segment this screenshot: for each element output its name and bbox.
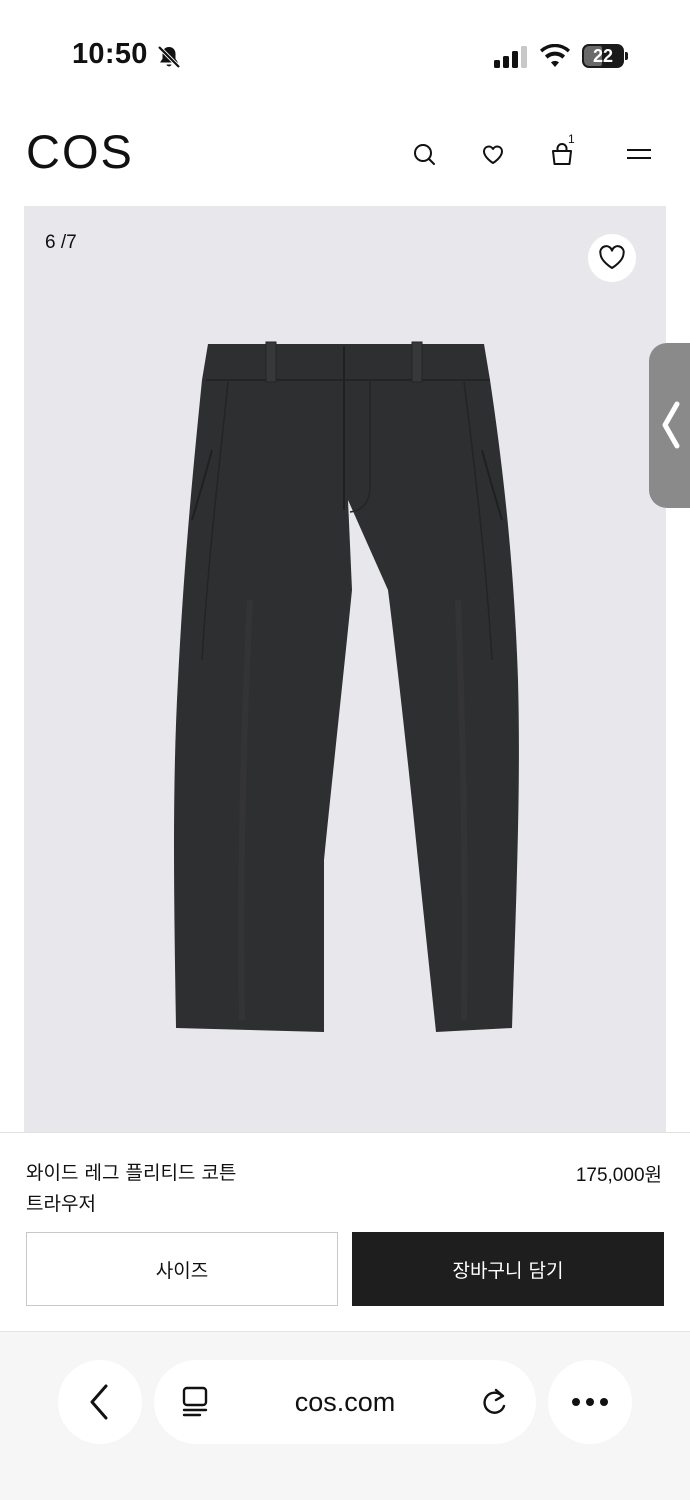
cart-count-badge: 1	[568, 132, 575, 146]
tabs-icon[interactable]	[180, 1384, 210, 1420]
bell-slash-icon	[157, 45, 181, 69]
browser-toolbar: cos.com	[0, 1331, 690, 1500]
menu-icon	[627, 149, 651, 159]
product-image-gallery[interactable]: 6 /7	[24, 206, 666, 1132]
status-time: 10:50	[72, 38, 148, 70]
divider	[0, 1132, 690, 1133]
site-header: COS 1	[0, 110, 690, 200]
back-icon	[90, 1384, 108, 1420]
battery-icon: 22	[582, 44, 628, 68]
product-name-line-1: 와이드 레그 플리티드 코튼	[26, 1162, 237, 1184]
trousers-product-photo	[174, 341, 519, 1032]
wishlist-button[interactable]	[475, 136, 511, 172]
cart-button[interactable]: 1	[544, 132, 580, 172]
heart-icon	[599, 245, 625, 269]
search-icon	[414, 144, 435, 165]
search-button[interactable]	[406, 136, 442, 172]
cos-logo[interactable]: COS	[26, 124, 134, 179]
heart-icon	[483, 145, 503, 164]
product-price: 175,000원	[575, 1165, 662, 1186]
chevron-left-icon	[662, 401, 680, 449]
menu-button[interactable]	[621, 136, 657, 172]
more-icon	[572, 1398, 608, 1406]
product-name-line-2: 트라우저	[26, 1193, 96, 1215]
add-to-wishlist-button[interactable]	[588, 234, 636, 282]
status-bar: 10:50 22	[0, 0, 690, 100]
wifi-icon	[540, 44, 570, 67]
battery-level: 22	[592, 46, 614, 66]
size-select-button[interactable]: 사이즈	[26, 1232, 338, 1306]
product-name: 와이드 레그 플리티드 코튼 트라우저	[26, 1158, 326, 1220]
image-counter: 6 /7	[45, 232, 77, 253]
address-bar[interactable]: cos.com	[154, 1360, 536, 1444]
url-text: cos.com	[294, 1387, 396, 1417]
cellular-signal-icon	[494, 46, 527, 68]
reload-icon[interactable]	[478, 1384, 510, 1420]
side-panel-handle[interactable]	[649, 343, 690, 508]
browser-more-button[interactable]	[548, 1360, 632, 1444]
add-to-cart-button[interactable]: 장바구니 담기	[352, 1232, 664, 1306]
browser-back-button[interactable]	[58, 1360, 142, 1444]
